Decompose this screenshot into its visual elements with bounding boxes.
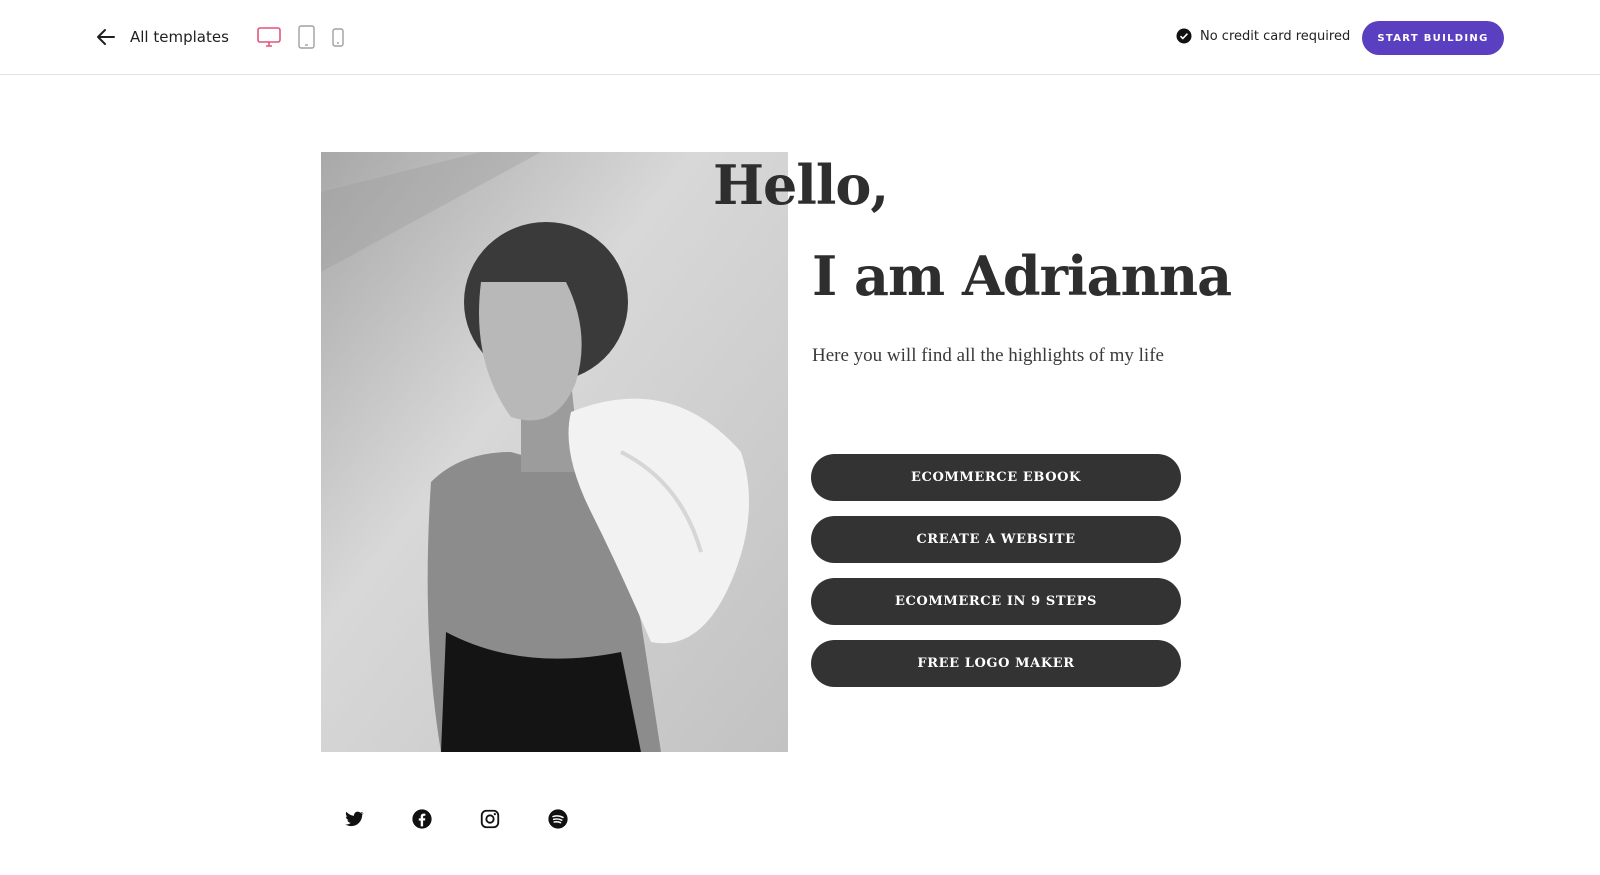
mobile-icon: [332, 28, 344, 47]
no-credit-card-notice: No credit card required: [1176, 28, 1350, 44]
twitter-icon[interactable]: [343, 808, 365, 830]
create-website-button[interactable]: CREATE A WEBSITE: [811, 516, 1181, 563]
portrait-illustration: [321, 152, 788, 752]
social-links: [343, 808, 569, 830]
desktop-view-button[interactable]: [256, 25, 282, 49]
back-to-templates[interactable]: All templates: [94, 24, 229, 50]
ecommerce-steps-button[interactable]: ECOMMERCE IN 9 STEPS: [811, 578, 1181, 625]
name-heading: I am Adrianna: [812, 244, 1232, 308]
notice-text: No credit card required: [1200, 28, 1351, 44]
ecommerce-ebook-button[interactable]: ECOMMERCE EBOOK: [811, 454, 1181, 501]
check-circle-icon: [1176, 28, 1192, 44]
back-label: All templates: [130, 28, 229, 46]
facebook-icon[interactable]: [411, 808, 433, 830]
top-bar: All templates No credit card required ST…: [0, 0, 1600, 75]
instagram-icon[interactable]: [479, 808, 501, 830]
spotify-icon[interactable]: [547, 808, 569, 830]
hero-subtitle: Here you will find all the highlights of…: [812, 345, 1164, 366]
device-switcher: [256, 24, 346, 50]
desktop-icon: [257, 27, 281, 47]
free-logo-maker-button[interactable]: FREE LOGO MAKER: [811, 640, 1181, 687]
link-buttons: ECOMMERCE EBOOK CREATE A WEBSITE ECOMMER…: [811, 454, 1181, 702]
portrait-photo: [321, 152, 788, 752]
tablet-view-button[interactable]: [296, 24, 316, 50]
mobile-view-button[interactable]: [330, 25, 346, 49]
arrow-left-icon: [97, 29, 115, 45]
tablet-icon: [298, 25, 315, 49]
start-building-button[interactable]: START BUILDING: [1362, 21, 1504, 55]
greeting-heading: Hello,: [713, 153, 889, 217]
